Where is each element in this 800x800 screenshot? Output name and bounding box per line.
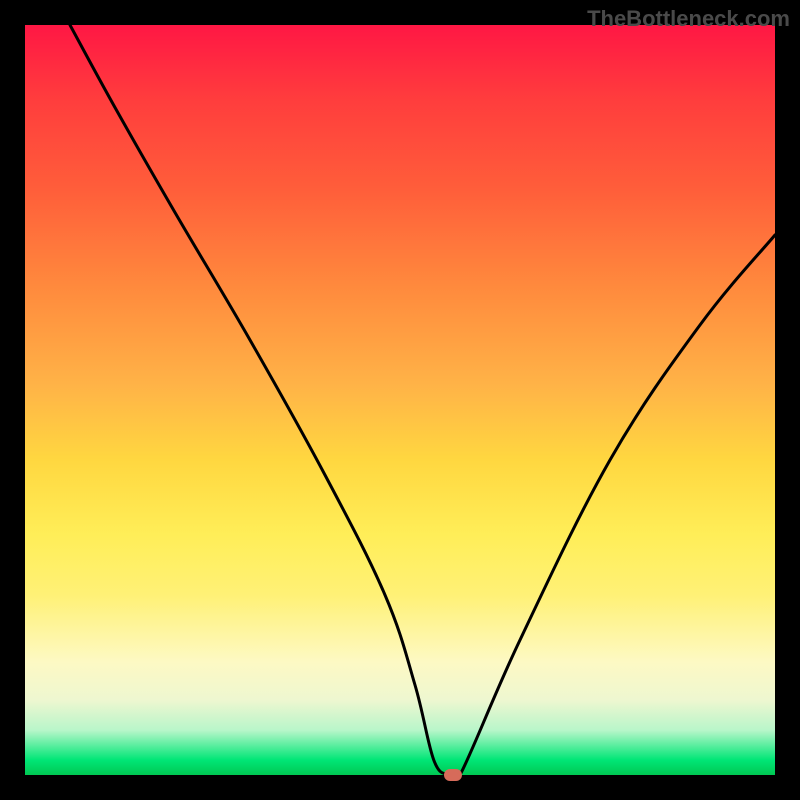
optimal-point-marker [444,769,462,781]
watermark-text: TheBottleneck.com [587,6,790,32]
bottleneck-curve [25,25,775,775]
plot-area [25,25,775,775]
